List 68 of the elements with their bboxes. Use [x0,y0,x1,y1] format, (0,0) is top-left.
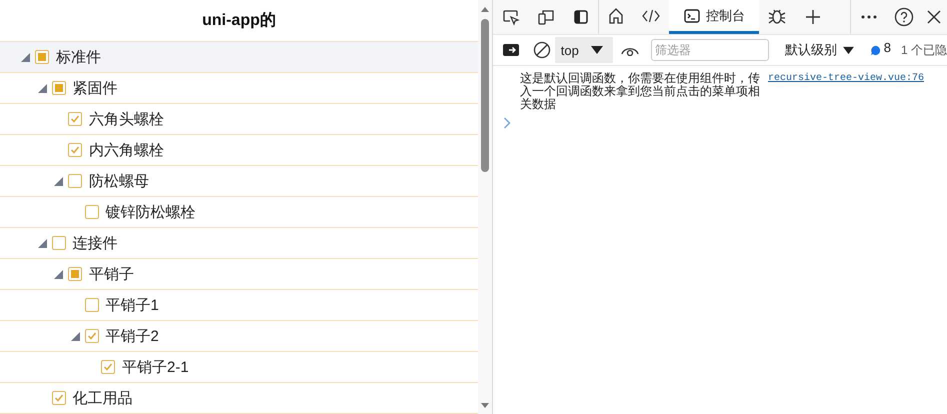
dropdown-caret-icon [842,46,854,54]
tree-row[interactable]: 平销子2-1 [0,352,478,383]
checkbox[interactable] [84,329,98,343]
tree-label: 镀锌防松螺栓 [106,202,196,222]
tree-label: 平销子 [89,264,134,284]
tree-row[interactable]: 连接件 [0,228,478,259]
checkmark-icon [86,331,96,341]
tree-label: 化工用品 [72,388,132,408]
checkmark-icon [70,114,80,124]
tree-label: 标准件 [56,48,101,66]
checkbox[interactable] [84,205,98,219]
checkbox[interactable] [84,298,98,312]
checkbox[interactable] [52,236,66,250]
tree-label: 内六角螺栓 [89,140,164,160]
console-icon [683,6,701,24]
tree-label: 平销子2 [106,326,159,346]
clear-icon[interactable] [532,41,551,59]
tree-label: 平销子2-1 [122,358,189,376]
checkbox[interactable] [52,391,66,405]
checkbox[interactable] [68,174,82,188]
tree-row[interactable]: 平销子2 [0,321,478,352]
tree-row[interactable]: 平销子1 [0,290,478,321]
scroll-up-icon[interactable] [480,5,490,13]
log-message: 这是默认回调函数，你需要在使用组件时，传入一个回调函数来拿到您当前点击的菜单项相关数据 [520,72,761,111]
scrollbar-thumb[interactable] [481,19,489,172]
inspect-icon[interactable] [502,8,520,26]
checkbox[interactable] [68,143,82,157]
more-icon[interactable] [860,15,876,19]
home-icon [607,6,625,24]
scroll-down-icon[interactable] [480,402,490,410]
tree-row[interactable]: 内六角螺栓 [0,135,478,166]
checkbox[interactable] [101,360,115,374]
tree-row[interactable]: 化工用品 [0,383,478,414]
tree-label: 六角头螺栓 [89,110,164,128]
tree-row[interactable]: 防松螺母 [0,166,478,197]
tree-label: 防松螺母 [89,172,149,190]
tree-label: 紧固件 [72,78,118,98]
checkbox[interactable] [35,50,49,64]
context-dropdown[interactable]: top [554,37,613,63]
tree-label: 连接件 [72,234,118,252]
sidebar-toggle-icon[interactable] [502,43,520,57]
log-level-dropdown[interactable]: 默认级别 [776,41,862,59]
close-icon[interactable] [927,10,941,24]
checkmark-icon [70,145,80,155]
tree-row[interactable]: 平销子 [0,259,478,290]
dropdown-caret-icon [590,45,603,55]
device-icon[interactable] [536,8,554,26]
tab[interactable]: 控制台 [669,0,759,34]
message-count[interactable]: 8 [870,42,891,58]
filter-field[interactable]: 筛选器 [650,39,769,61]
scrollbar[interactable] [478,0,492,414]
chat-bubble-icon [870,44,881,56]
tree-row[interactable]: 六角头螺栓 [0,104,478,135]
tree-row[interactable]: 紧固件 [0,73,478,104]
checkbox[interactable] [52,81,66,95]
prompt-chevron-icon[interactable] [503,117,511,129]
tree-label: 平销子1 [106,296,159,314]
hidden-count[interactable]: 1 个已隐 [900,42,947,58]
checkbox[interactable] [68,112,82,126]
source-link[interactable]: recursive-tree-view.vue:76 [768,72,924,85]
panel-icon[interactable] [572,8,590,26]
tree-row[interactable]: 镀锌防松螺栓 [0,197,478,228]
help-icon[interactable] [894,7,914,27]
add-icon[interactable] [804,9,820,25]
checkmark-icon [54,393,64,403]
checkbox[interactable] [68,267,82,281]
checkmark-icon [103,362,113,372]
tree-row[interactable]: 标准件 [0,42,478,73]
